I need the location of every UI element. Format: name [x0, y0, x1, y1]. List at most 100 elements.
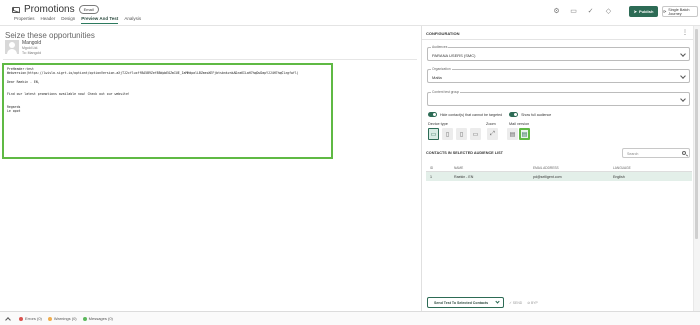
text-version-button[interactable]: ▤ [519, 128, 530, 140]
tab-preview-and-test[interactable]: Preview And Test [81, 16, 119, 24]
email-subject: Seize these opportunities [5, 31, 95, 40]
mobile-landscape-button[interactable]: ▭ [470, 128, 481, 140]
sender-info: Mangold Mgold Ltd. To: Mangold [22, 40, 41, 55]
app-header: Promotions Email Properties Header Desig… [0, 0, 700, 26]
search-placeholder: Search [627, 151, 639, 156]
column-header-language[interactable]: LANGUAGE [613, 166, 692, 170]
mobile-icon: ▯ [459, 131, 464, 138]
configuration-panel: CONFIGURATION ⋮ Audiences PARANA USERS (… [421, 26, 694, 311]
tab-header[interactable]: Header [41, 16, 56, 24]
preview-panel: Seize these opportunities Mangold Mgold … [0, 26, 420, 311]
errors-tab[interactable]: Errors (0) [19, 316, 42, 321]
journey-label: Single Batch Journey [668, 7, 690, 16]
journey-icon: ⟳ [663, 10, 667, 14]
hide-untargetable-label: Hide contact(s) that cannot be targeted [440, 112, 503, 117]
chevron-down-icon [680, 73, 686, 79]
message-icon [82, 316, 87, 321]
type-badge: Email [78, 5, 99, 14]
desktop-device-button[interactable]: ▭ [428, 128, 439, 140]
messages-tab[interactable]: Messages (0) [82, 316, 113, 321]
tab-analysis[interactable]: Analysis [124, 16, 141, 24]
email-icon [12, 6, 20, 13]
error-icon [19, 316, 23, 321]
tablet-device-button[interactable]: ▯ [442, 128, 453, 140]
audience-value: PARANA USERS (SMC) [432, 53, 476, 58]
publish-button[interactable]: ➤ Publish [629, 6, 658, 17]
configuration-title: CONFIGURATION [426, 31, 460, 36]
mail-version-label: Mail version [509, 122, 530, 126]
search-icon [682, 151, 686, 155]
expand-icon: ⤢ [490, 130, 495, 137]
send-test-button[interactable]: Send Test To Selected Contacts [427, 297, 504, 308]
cell-language: English [613, 174, 625, 179]
tab-design[interactable]: Design [61, 16, 75, 24]
send-option[interactable]: ✓ SEND [509, 301, 522, 305]
send-test-label: Send Test To Selected Contacts [434, 300, 489, 305]
html-file-icon: ▤ [509, 131, 516, 138]
device-type-label: Device type [428, 122, 448, 126]
gear-icon[interactable]: ⚙ [552, 7, 561, 16]
column-header-email[interactable]: EMAIL ADDRESS [533, 166, 613, 170]
contacts-list-title: CONTACTS IN SELECTED AUDIENCE LIST [426, 151, 503, 155]
sender-block: Mangold Mgold Ltd. To: Mangold [5, 40, 41, 55]
desktop-icon: ▭ [430, 131, 437, 138]
content-test-label: Content test group [431, 90, 461, 94]
text-file-icon: ▤ [521, 131, 528, 138]
divider [3, 59, 417, 60]
audience-select[interactable]: Audiences PARANA USERS (SMC) [427, 45, 690, 61]
warning-icon [47, 316, 52, 321]
page-title: Promotions [24, 4, 75, 15]
chevron-down-icon [680, 96, 686, 102]
mobile-landscape-icon: ▭ [472, 131, 479, 138]
organization-value: Malta [432, 75, 442, 80]
tag-icon[interactable]: ◇ [604, 7, 613, 16]
title-row: Promotions Email [12, 4, 99, 15]
single-batch-journey-button[interactable]: ⟳ Single Batch Journey [662, 6, 698, 17]
status-footer: Errors (0) Warnings (0) Messages (0) [0, 311, 700, 325]
mobile-device-button[interactable]: ▯ [456, 128, 467, 140]
hide-untargetable-toggle[interactable] [428, 112, 437, 117]
toggle-row: Hide contact(s) that cannot be targeted … [428, 112, 555, 117]
chevron-down-icon [495, 299, 500, 304]
tablet-icon: ▯ [445, 131, 450, 138]
cell-email: pd@selligent.com [533, 174, 562, 179]
send-option-label: SEND [512, 300, 523, 305]
column-header-id[interactable]: ID [426, 166, 454, 170]
organization-label: Organization [431, 67, 452, 71]
checkmark-icon[interactable]: ✓ [586, 7, 595, 16]
show-full-audience-label: Show full audience [521, 112, 552, 117]
messages-label: Messages (0) [88, 316, 113, 321]
column-header-name[interactable]: NAME [454, 166, 533, 170]
publish-label: Publish [638, 9, 654, 14]
html-version-button[interactable]: ▤ [507, 128, 518, 140]
bypass-option[interactable]: ⊘ BYP [527, 301, 538, 305]
divider [422, 39, 694, 40]
warnings-tab[interactable]: Warnings (0) [47, 316, 77, 321]
audience-label: Audiences [431, 45, 449, 49]
contact-search-input[interactable]: Search [622, 148, 690, 158]
show-full-audience-toggle[interactable] [509, 112, 519, 117]
warnings-label: Warnings (0) [53, 316, 77, 321]
zoom-fit-button[interactable]: ⤢ [487, 128, 498, 140]
chevron-down-icon [680, 51, 686, 57]
tab-properties[interactable]: Properties [14, 16, 35, 24]
cell-id: 1 [430, 174, 432, 179]
publish-icon: ➤ [633, 9, 637, 14]
bypass-option-label: BYP [531, 300, 538, 305]
more-options-icon[interactable]: ⋮ [682, 29, 688, 36]
sender-recipient: To: Mangold [22, 50, 42, 55]
avatar [5, 40, 19, 54]
chevron-up-icon[interactable] [5, 316, 11, 323]
scrollbar-thumb[interactable] [695, 29, 698, 239]
table-row[interactable]: 1 Raekin - EN pd@selligent.com English [426, 172, 692, 181]
send-bar: Send Test To Selected Contacts ✓ SEND ⊘ … [427, 297, 538, 308]
contacts-table: ID NAME EMAIL ADDRESS LANGUAGE 1 Raekin … [426, 164, 692, 181]
inbox-icon[interactable]: ▭ [569, 7, 578, 16]
organization-select[interactable]: Organization Malta [427, 67, 690, 83]
zoom-label: Zoom [486, 122, 496, 126]
table-header: ID NAME EMAIL ADDRESS LANGUAGE [426, 164, 692, 172]
tab-bar: Properties Header Design Preview And Tes… [14, 16, 141, 24]
content-test-group-select[interactable]: Content test group [427, 90, 690, 106]
cell-name: Raekin - EN [454, 174, 474, 179]
email-body-preview: PreHeader:test Webversion(https://lwisla… [2, 63, 333, 159]
